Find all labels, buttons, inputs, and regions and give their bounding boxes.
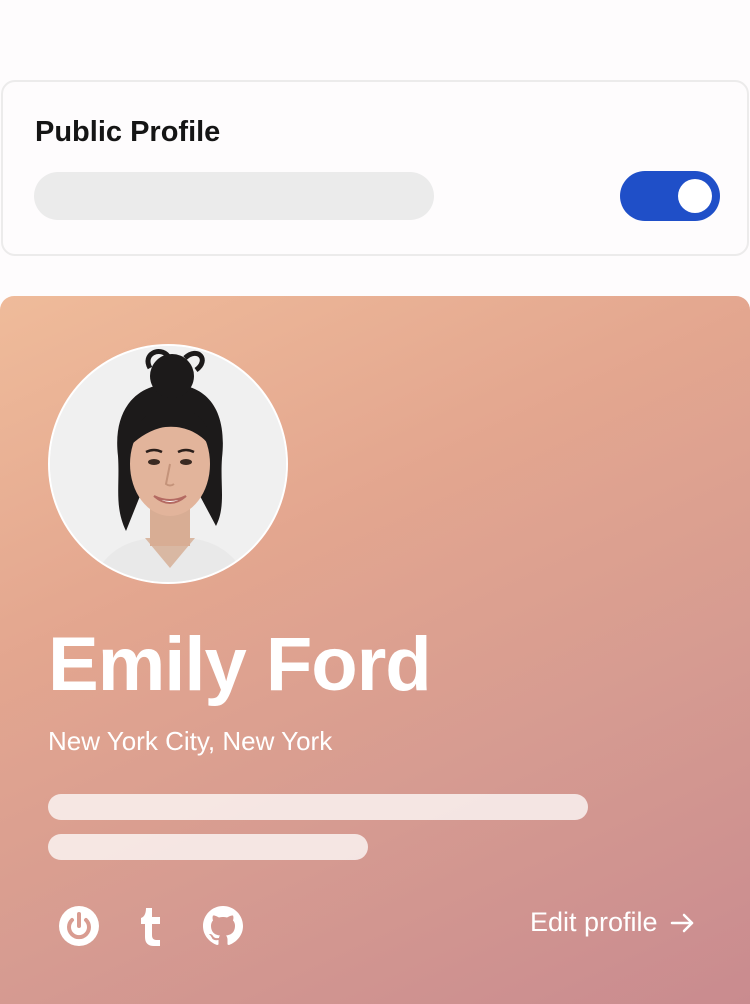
toggle-knob — [678, 179, 712, 213]
power-icon[interactable] — [56, 903, 102, 949]
edit-profile-link[interactable]: Edit profile — [530, 907, 696, 938]
edit-profile-label: Edit profile — [530, 907, 658, 937]
profile-location: New York City, New York — [48, 726, 333, 756]
tumblr-icon[interactable] — [128, 903, 174, 949]
settings-description-placeholder — [34, 172, 434, 220]
settings-title: Public Profile — [35, 116, 221, 148]
profile-name: Emily Ford — [48, 622, 432, 707]
public-profile-toggle[interactable] — [620, 171, 720, 221]
github-icon[interactable] — [200, 903, 246, 949]
profile-card: Emily Ford New York City, New York Edit … — [0, 296, 750, 1004]
bio-placeholder-line — [48, 834, 368, 860]
arrow-right-icon — [670, 912, 696, 934]
avatar — [48, 344, 288, 584]
public-profile-settings-card: Public Profile — [1, 80, 749, 256]
bio-placeholder-line — [48, 794, 588, 820]
avatar-photo — [50, 346, 286, 582]
